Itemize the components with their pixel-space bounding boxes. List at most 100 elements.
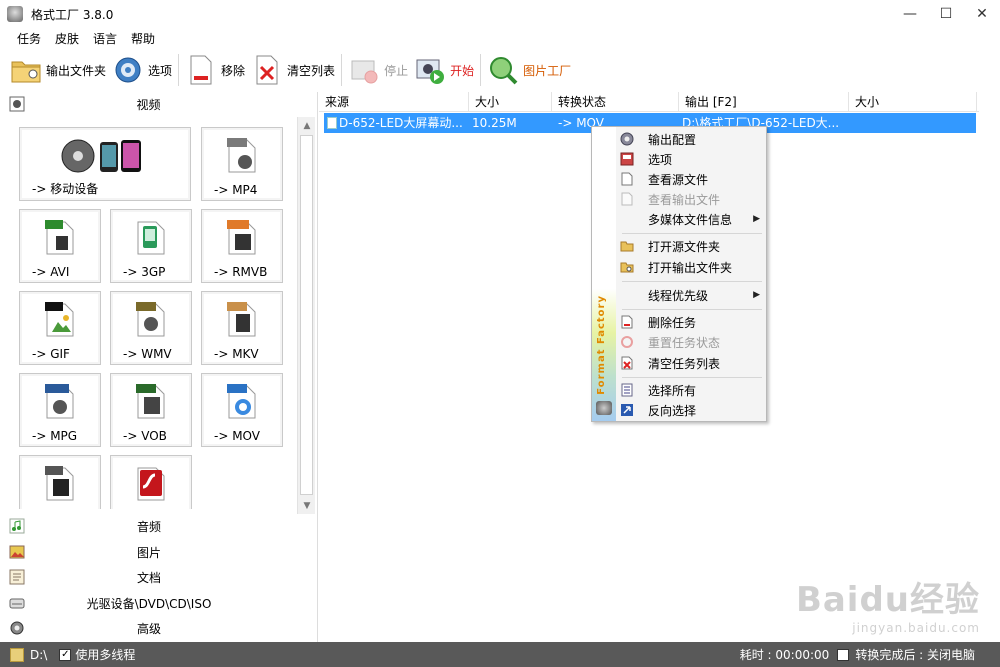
menu-item-select-all[interactable]: 选择所有 [616,380,766,400]
file-icon [620,172,634,186]
scroll-up-arrow[interactable]: ▲ [298,117,316,134]
menu-item-label: 清空任务列表 [648,356,721,371]
category-picture[interactable]: 图片 [0,540,318,566]
category-document[interactable]: 文档 [0,565,318,591]
other-categories: 音频 图片 文档 光驱设备\DVD\CD\ISO 高级 [0,514,318,642]
menu-item-open-output-folder[interactable]: 打开输出文件夹 [616,257,766,277]
task-table-header: 来源 大小 转换状态 输出 [F2] 大小 [319,92,979,112]
scroll-down-arrow[interactable]: ▼ [298,497,316,514]
menu-item-options[interactable]: 选项 [616,149,766,169]
remove-button[interactable]: 移除 [185,50,245,90]
menu-item-label: 输出配置 [648,132,697,147]
tile-mkv[interactable]: -> MKV [201,291,283,365]
tile-wmv[interactable]: -> WMV [110,291,192,365]
tile-label: -> 3GP [123,265,166,279]
folder-icon [620,239,634,253]
col-size[interactable]: 大小 [469,92,552,112]
tile-mov[interactable]: -> MOV [201,373,283,447]
close-button[interactable]: ✕ [964,0,1000,28]
menu-item-thread-priority[interactable]: 线程优先级 ▶ [616,285,766,305]
magnifier-globe-icon [487,54,519,86]
tile-rmvb[interactable]: -> RMVB [201,209,283,283]
menu-language[interactable]: 语言 [86,30,124,47]
options-button[interactable]: 选项 [112,50,172,90]
menu-item-label: 重置任务状态 [648,335,721,350]
tile-label: -> MOV [214,429,260,443]
tiles-scrollbar[interactable]: ▲ ▼ [297,117,315,514]
remove-label: 移除 [221,63,246,78]
after-done-checkbox[interactable] [837,648,850,661]
scroll-thumb[interactable] [300,135,313,495]
menu-item-label: 线程优先级 [648,288,709,303]
category-audio[interactable]: 音频 [0,514,318,540]
tile-gif[interactable]: -> GIF [19,291,101,365]
tile-label: -> AVI [32,265,70,279]
menu-item-invert-selection[interactable]: 反向选择 [616,400,766,420]
tile-3gp[interactable]: -> 3GP [110,209,192,283]
menu-item-label: 打开源文件夹 [648,239,721,254]
folder-icon [10,54,42,86]
category-advanced[interactable]: 高级 [0,616,318,642]
picture-factory-button[interactable]: 图片工厂 [487,50,571,90]
music-note-icon [9,518,25,534]
category-video[interactable]: 视频 [0,92,317,117]
start-icon [414,54,446,86]
menu-help[interactable]: 帮助 [124,30,162,47]
tile-mpg[interactable]: -> MPG [19,373,101,447]
menu-item-label: 选项 [648,152,673,167]
menu-task[interactable]: 任务 [10,30,48,47]
gear-icon [620,132,634,146]
tile-label: -> MKV [214,347,259,361]
tile-mp4[interactable]: -> MP4 [201,127,283,201]
menu-item-view-source[interactable]: 查看源文件 [616,169,766,189]
minimize-button[interactable]: — [892,0,928,28]
menu-item-label: 查看输出文件 [648,192,721,207]
start-label: 开始 [450,63,475,78]
tile-mobile-devices[interactable]: -> 移动设备 [19,127,191,201]
clear-list-button[interactable]: 清空列表 [251,50,335,90]
output-folder-button[interactable]: 输出文件夹 [10,50,106,90]
swf-file-icon [135,464,167,505]
elapsed-time: 耗时 : 00:00:00 [739,648,830,662]
menu-item-view-output[interactable]: 查看输出文件 [616,189,766,209]
advanced-gear-icon [9,620,25,636]
tile-vob[interactable]: -> VOB [110,373,192,447]
menu-item-delete-task[interactable]: 删除任务 [616,312,766,332]
col-output[interactable]: 输出 [F2] [679,92,849,112]
toolbar: 输出文件夹 选项 移除 清空列表 停止 开始 图片工厂 [0,48,1000,92]
baidu-watermark: Baidu经验 jingyan.baidu.com [796,572,980,635]
menu-skin[interactable]: 皮肤 [48,30,86,47]
maximize-button[interactable]: ☐ [928,0,964,28]
status-right: 耗时 : 00:00:00 转换完成后 : 关闭电脑 [740,646,975,663]
menu-item-clear-tasks[interactable]: 清空任务列表 [616,353,766,373]
menu-item-media-info[interactable]: 多媒体文件信息 ▶ [616,209,766,229]
mpg-file-icon [44,382,76,423]
window-controls: — ☐ ✕ [892,0,1000,28]
source-text: D-652-LED大屏幕动... [339,116,463,130]
start-button[interactable]: 开始 [414,50,474,90]
category-optical-drive[interactable]: 光驱设备\DVD\CD\ISO [0,591,318,617]
document-icon [9,569,25,585]
gear-icon [112,54,144,86]
menu-item-reset-status[interactable]: 重置任务状态 [616,332,766,352]
output-drive[interactable]: D:\ [30,648,47,662]
menu-item-output-config[interactable]: 输出配置 [616,129,766,149]
stop-button[interactable]: 停止 [348,50,408,90]
window-title: 格式工厂 3.8.0 [31,7,114,22]
menu-item-open-source-folder[interactable]: 打开源文件夹 [616,236,766,256]
tile-flv[interactable] [19,455,101,509]
avi-file-icon [44,218,76,259]
col-source[interactable]: 来源 [319,92,469,112]
tile-avi[interactable]: -> AVI [19,209,101,283]
tile-swf[interactable] [110,455,192,509]
col-output-size[interactable]: 大小 [849,92,977,112]
stop-label: 停止 [384,63,409,78]
submenu-arrow-icon: ▶ [753,290,760,300]
tile-label: -> 移动设备 [32,182,99,196]
submenu-arrow-icon: ▶ [753,214,760,224]
category-audio-label: 音频 [136,520,161,535]
drive-icon[interactable] [10,647,24,662]
menu-separator [622,309,762,310]
col-status[interactable]: 转换状态 [552,92,679,112]
multithread-checkbox[interactable]: ✓ [59,648,72,661]
